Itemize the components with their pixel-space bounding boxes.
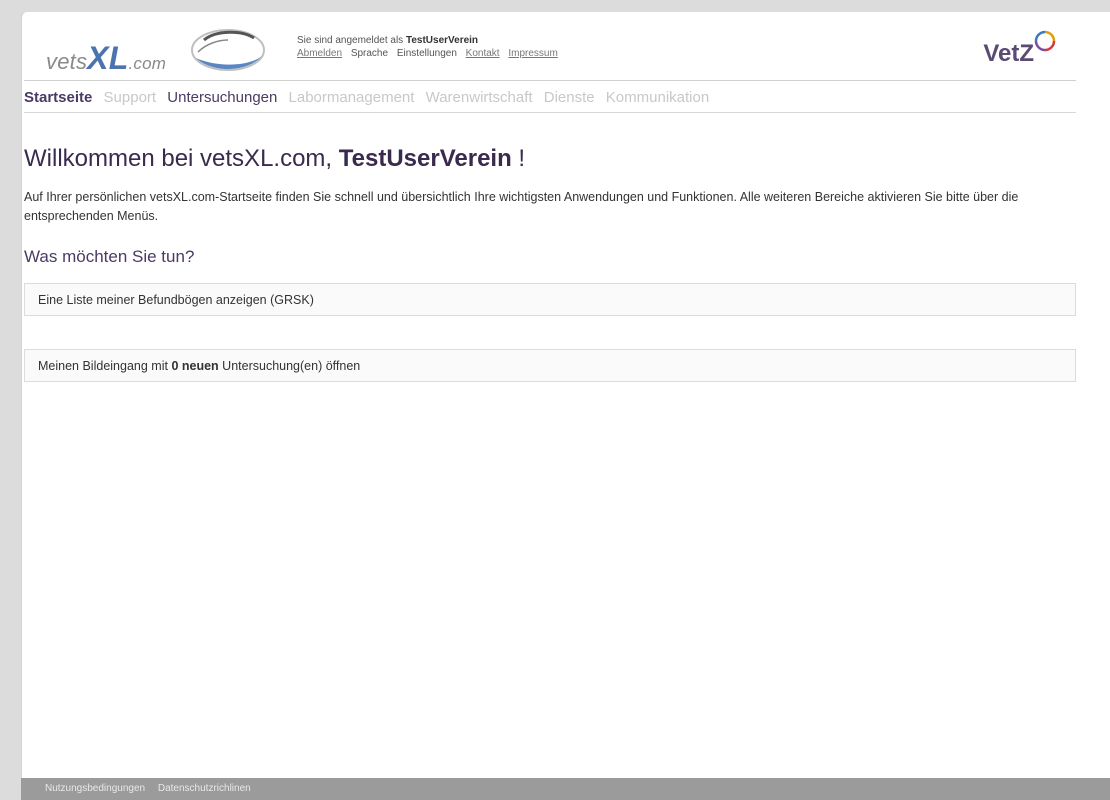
logo-swoosh-icon (191, 29, 265, 71)
user-menu: Abmelden Sprache Einstellungen Kontakt I… (297, 47, 564, 60)
welcome-suffix: ! (518, 145, 526, 172)
logo-text: vetsXL.com (46, 40, 166, 77)
settings-link[interactable]: Einstellungen (397, 48, 457, 59)
nav-support[interactable]: Support (104, 84, 157, 112)
contact-link[interactable]: Kontakt (466, 48, 500, 59)
welcome-prefix: Willkommen bei vetsXL.com, (24, 145, 333, 172)
logo-com: .com (128, 54, 167, 73)
vetz-ring-icon (1034, 30, 1056, 52)
footer: Nutzungsbedingungen Datenschutzrichlinen (21, 778, 1110, 800)
vetz-logo[interactable]: VetZ (966, 30, 1056, 70)
header: vetsXL.com Sie sind angemeldet als TestU… (24, 20, 1076, 81)
section-heading: Was möchten Sie tun? (24, 247, 195, 266)
nav-warenwirtschaft[interactable]: Warenwirtschaft (426, 84, 533, 112)
terms-link[interactable]: Nutzungsbedingungen (45, 783, 145, 794)
language-link[interactable]: Sprache (351, 48, 388, 59)
action-open-bildeingang-prefix: Meinen Bildeingang mit (38, 359, 168, 373)
action-list-befundboegen[interactable]: Eine Liste meiner Befundbögen anzeigen (… (24, 283, 1076, 316)
action-open-bildeingang-suffix: Untersuchung(en) öffnen (222, 359, 361, 373)
nav-kommunikation[interactable]: Kommunikation (606, 84, 709, 112)
login-status-text: Sie sind angemeldet als (297, 35, 404, 46)
main-nav: Startseite Support Untersuchungen Laborm… (24, 84, 1076, 113)
vetz-logo-text: VetZ (983, 40, 1034, 67)
page-title: Willkommen bei vetsXL.com, TestUserVerei… (24, 145, 525, 173)
intro-text: Auf Ihrer persönlichen vetsXL.com-Starts… (24, 190, 1019, 223)
nav-dienste[interactable]: Dienste (544, 84, 595, 112)
nav-startseite[interactable]: Startseite (24, 84, 92, 112)
logo-vets: vets (46, 49, 88, 74)
nav-labormanagement[interactable]: Labormanagement (289, 84, 415, 112)
username: TestUserVerein (405, 35, 479, 46)
imprint-link[interactable]: Impressum (508, 48, 557, 59)
welcome-username: TestUserVerein (338, 145, 512, 172)
privacy-link[interactable]: Datenschutzrichlinen (158, 783, 251, 794)
logout-link[interactable]: Abmelden (297, 48, 342, 59)
new-examinations-count: 0 neuen (171, 359, 219, 373)
page-container (21, 12, 1110, 800)
nav-untersuchungen[interactable]: Untersuchungen (167, 84, 277, 112)
action-list-befundboegen-label: Eine Liste meiner Befundbögen anzeigen (… (38, 293, 314, 307)
logo-xl: XL (87, 40, 129, 76)
action-open-bildeingang[interactable]: Meinen Bildeingang mit 0 neuen Untersuch… (24, 349, 1076, 382)
vetsxl-logo[interactable]: vetsXL.com (46, 28, 286, 78)
user-info: Sie sind angemeldet als TestUserVerein A… (297, 34, 564, 60)
